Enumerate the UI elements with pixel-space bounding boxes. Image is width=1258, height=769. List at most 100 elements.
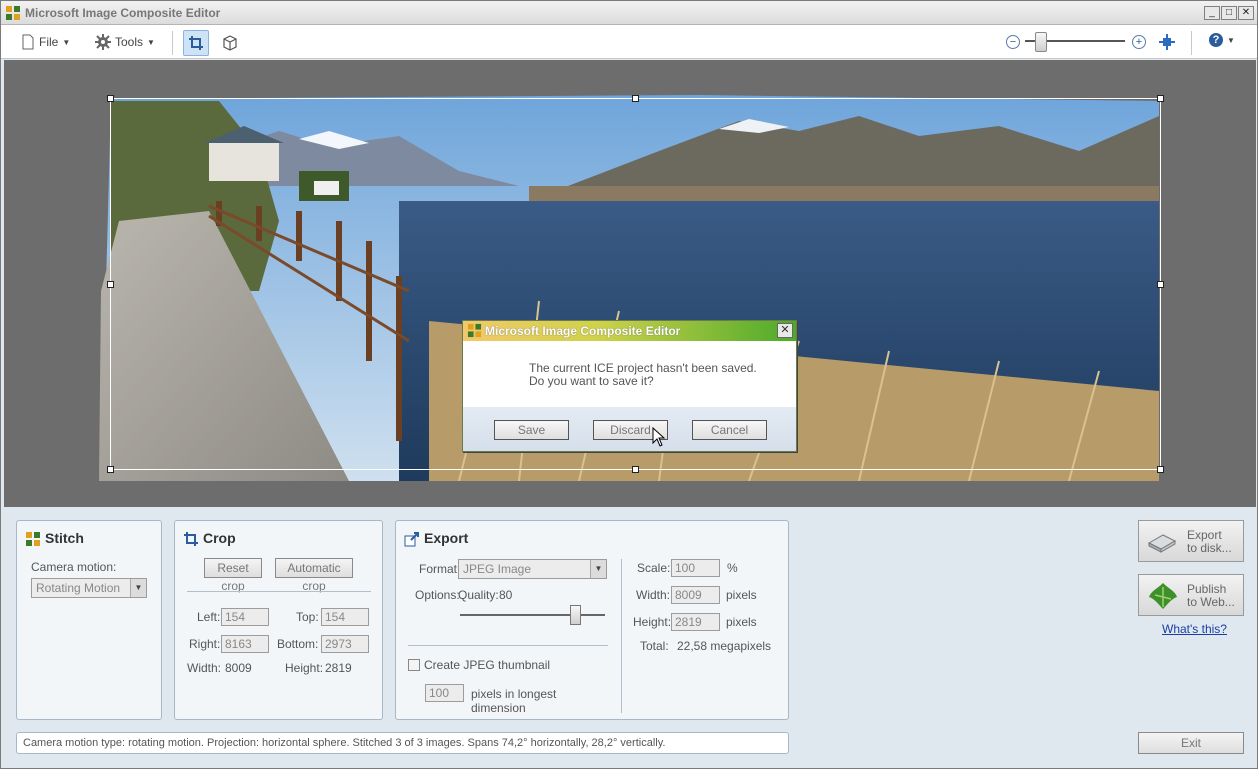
export-height-unit: pixels [726, 615, 757, 629]
toolbar-divider [1191, 31, 1192, 55]
dialog-title: Microsoft Image Composite Editor [485, 324, 681, 338]
quality-slider-track[interactable] [460, 614, 605, 616]
toolbar: File ▼ Tools ▼ − + ? ▼ [1, 25, 1257, 59]
export-width-field[interactable]: 8009 [671, 586, 720, 604]
app-icon [6, 6, 20, 20]
quality-value: 80 [499, 588, 513, 602]
dialog-body: The current ICE project hasn't been save… [463, 341, 796, 407]
stitch-title: Stitch [45, 530, 84, 546]
tools-menu[interactable]: Tools ▼ [95, 34, 155, 50]
crop-icon [189, 36, 203, 50]
thumbnail-checkbox[interactable] [408, 659, 420, 671]
format-select[interactable]: JPEG Image ▼ [458, 559, 607, 579]
crop-handle[interactable] [632, 466, 639, 473]
save-button[interactable]: Save [494, 420, 569, 440]
zoom-in-icon[interactable]: + [1132, 35, 1146, 49]
camera-motion-select[interactable]: Rotating Motion ▼ [31, 578, 147, 598]
publish-to-web-button[interactable]: Publish to Web... [1138, 574, 1244, 616]
dialog-message-line2: Do you want to save it? [529, 374, 654, 388]
crop-right-field[interactable]: 8163 [221, 635, 269, 653]
crop-tool-button[interactable] [183, 30, 209, 56]
crop-handle[interactable] [632, 95, 639, 102]
crop-right-label: Right: [189, 637, 221, 651]
export-icon [404, 532, 419, 547]
camera-motion-label: Camera motion: [31, 560, 117, 574]
crop-width-value: 8009 [225, 661, 252, 675]
help-menu[interactable]: ? ▼ [1209, 33, 1235, 47]
crop-bottom-label: Bottom: [277, 637, 319, 651]
thumbnail-label: Create JPEG thumbnail [424, 658, 551, 672]
export-width-unit: pixels [726, 588, 757, 602]
whats-this-link[interactable]: What's this? [1162, 622, 1227, 636]
options-label: Options: [415, 588, 460, 602]
stitch-icon [26, 532, 40, 546]
crop-bottom-field[interactable]: 2973 [321, 635, 369, 653]
file-menu-label: File [39, 35, 59, 49]
chevron-down-icon: ▼ [1227, 35, 1235, 45]
chevron-down-icon: ▼ [62, 37, 71, 47]
dialog-close-button[interactable]: ✕ [777, 323, 793, 338]
disk-drive-icon [1147, 534, 1177, 553]
gear-icon [95, 34, 111, 50]
exit-button[interactable]: Exit [1138, 732, 1244, 754]
file-menu[interactable]: File ▼ [21, 34, 70, 50]
cube-icon [223, 35, 237, 51]
automatic-crop-button[interactable]: Automatic crop [275, 558, 353, 593]
chevron-down-icon: ▼ [130, 579, 146, 597]
divider [408, 645, 608, 646]
thumbnail-unit-line2: dimension [471, 701, 526, 715]
app-window: Microsoft Image Composite Editor _ □ ✕ F… [0, 0, 1258, 769]
divider [621, 559, 622, 713]
thumbnail-size-field[interactable]: 100 [425, 684, 464, 702]
tools-menu-label: Tools [115, 35, 144, 49]
export-title: Export [424, 530, 469, 546]
chevron-down-icon: ▼ [147, 37, 155, 47]
maximize-button[interactable]: □ [1221, 6, 1237, 20]
fit-to-window-button[interactable] [1154, 29, 1180, 55]
export-height-field[interactable]: 2819 [671, 613, 720, 631]
crop-left-field[interactable]: 154 [221, 608, 269, 626]
publish-web-label-line2: to Web... [1187, 595, 1235, 609]
crop-handle[interactable] [1157, 281, 1164, 288]
close-button[interactable]: ✕ [1238, 6, 1254, 20]
crop-handle[interactable] [107, 95, 114, 102]
dialog-title-bar: Microsoft Image Composite Editor ✕ [463, 321, 796, 341]
crop-handle[interactable] [1157, 466, 1164, 473]
format-value: JPEG Image [463, 562, 532, 576]
stitch-panel: Stitch Camera motion: Rotating Motion ▼ [16, 520, 162, 720]
fit-window-icon [1159, 34, 1175, 50]
minimize-button[interactable]: _ [1204, 6, 1220, 20]
save-dialog: Microsoft Image Composite Editor ✕ The c… [462, 320, 797, 452]
cancel-button[interactable]: Cancel [692, 420, 767, 440]
zoom-slider-thumb[interactable] [1035, 32, 1047, 52]
crop-handle[interactable] [1157, 95, 1164, 102]
crop-height-label: Height: [285, 661, 324, 675]
quality-label: Quality: [458, 588, 499, 602]
help-icon: ? [1209, 33, 1223, 47]
divider [187, 591, 371, 592]
reset-crop-button[interactable]: Reset crop [204, 558, 262, 593]
file-icon [22, 34, 34, 50]
toolbar-divider [172, 31, 173, 55]
export-disk-label-line2: to disk... [1187, 541, 1232, 555]
scale-field[interactable]: 100 [671, 559, 720, 577]
quality-slider-thumb[interactable] [570, 605, 581, 625]
crop-handle[interactable] [107, 281, 114, 288]
crop-height-value: 2819 [325, 661, 352, 675]
total-value: 22,58 megapixels [677, 639, 772, 653]
export-panel: Export Format: JPEG Image ▼ Options: Qua… [395, 520, 789, 720]
crop-top-field[interactable]: 154 [321, 608, 369, 626]
projection-tool-button[interactable] [217, 30, 243, 56]
mouse-cursor-icon [652, 427, 666, 447]
crop-width-label: Width: [187, 661, 222, 675]
dialog-message-line1: The current ICE project hasn't been save… [529, 361, 757, 375]
zoom-out-icon[interactable]: − [1006, 35, 1020, 49]
export-height-label: Height: [633, 615, 672, 629]
scale-unit: % [727, 561, 738, 575]
camera-motion-value: Rotating Motion [36, 581, 121, 595]
export-to-disk-button[interactable]: Export to disk... [1138, 520, 1244, 562]
chevron-down-icon: ▼ [590, 560, 606, 578]
window-title: Microsoft Image Composite Editor [25, 6, 221, 20]
crop-icon [184, 532, 198, 546]
crop-handle[interactable] [107, 466, 114, 473]
